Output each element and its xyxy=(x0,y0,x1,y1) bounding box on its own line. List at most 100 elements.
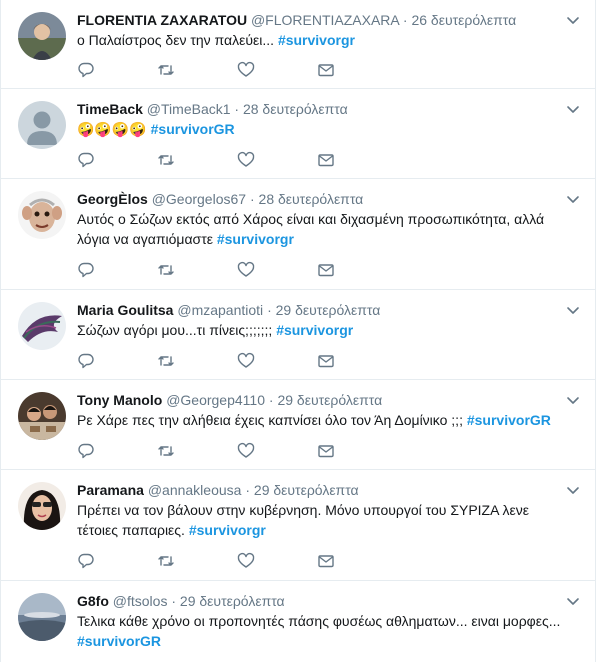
chevron-down-icon[interactable] xyxy=(565,12,581,28)
separator-dot: · xyxy=(249,191,255,207)
tweet[interactable]: Tony Manolo @Georgep4110 · 29 δευτερόλεπ… xyxy=(1,380,595,470)
chevron-down-icon[interactable] xyxy=(565,101,581,117)
user-name[interactable]: Tony Manolo xyxy=(77,392,162,408)
user-name[interactable]: TimeBack xyxy=(77,101,143,117)
tweet-body: Πρέπει να τον βάλουν στην κυβέρνηση. Μόν… xyxy=(77,502,530,538)
separator-dot: · xyxy=(171,593,177,609)
tweet-body: Αυτός ο Σώζων εκτός από Χάρος είναι και … xyxy=(77,211,545,247)
retweet-icon[interactable] xyxy=(157,442,177,462)
tweet[interactable]: TimeBack @TimeBack1 · 28 δευτερόλεπτα 🤪🤪… xyxy=(1,89,595,179)
avatar[interactable] xyxy=(18,302,66,350)
user-handle[interactable]: @Georgep4110 xyxy=(166,392,265,408)
user-handle[interactable]: @ftsolos xyxy=(113,593,168,609)
reply-icon[interactable] xyxy=(77,151,97,171)
avatar[interactable] xyxy=(18,12,66,60)
heart-icon[interactable] xyxy=(237,261,257,281)
avatar[interactable] xyxy=(18,101,66,149)
tweet-text: 🤪🤪🤪🤪 #survivorGR xyxy=(77,119,571,139)
tweet-body: Τελικα κάθε χρόνο οι προπονητές πάσης φυ… xyxy=(77,613,561,629)
tweet-timeline: FLORENTIA ZAXARATOU @FLORENTIAZAXARA · 2… xyxy=(0,0,596,662)
envelope-icon[interactable] xyxy=(317,151,337,171)
user-name[interactable]: Paramana xyxy=(77,482,144,498)
hashtag-link[interactable]: #survivorGR xyxy=(467,412,551,428)
tweet-header: Maria Goulitsa @mzapantioti · 29 δευτερό… xyxy=(77,301,555,319)
tweet-text: ο Παλαίστρος δεν την παλεύει... #survivo… xyxy=(77,30,571,50)
user-name[interactable]: FLORENTIA ZAXARATOU xyxy=(77,12,247,28)
heart-icon[interactable] xyxy=(237,61,257,81)
tweet-body: Σώζων αγόρι μου...τι πίνεις;;;;;;; xyxy=(77,322,273,338)
hashtag-link[interactable]: #survivorGR xyxy=(77,633,161,649)
user-name[interactable]: GeorgÈlos xyxy=(77,191,148,207)
retweet-icon[interactable] xyxy=(157,61,177,81)
chevron-down-icon[interactable] xyxy=(565,302,581,318)
timestamp[interactable]: 29 δευτερόλεπτα xyxy=(254,482,359,498)
user-handle[interactable]: @TimeBack1 xyxy=(147,101,231,117)
user-handle[interactable]: @FLORENTIAZAXARA xyxy=(251,12,399,28)
reply-icon[interactable] xyxy=(77,352,97,372)
separator-dot: · xyxy=(402,12,408,28)
reply-icon[interactable] xyxy=(77,442,97,462)
envelope-icon[interactable] xyxy=(317,261,337,281)
tweet[interactable]: FLORENTIA ZAXARATOU @FLORENTIAZAXARA · 2… xyxy=(1,0,595,89)
reply-icon[interactable] xyxy=(77,61,97,81)
tweet[interactable]: G8fo @ftsolos · 29 δευτερόλεπτα Τελικα κ… xyxy=(1,581,595,662)
heart-icon[interactable] xyxy=(237,442,257,462)
hashtag-link[interactable]: #survivorgr xyxy=(217,231,294,247)
hashtag-link[interactable]: #survivorgr xyxy=(278,32,355,48)
tweet-text: Πρέπει να τον βάλουν στην κυβέρνηση. Μόν… xyxy=(77,500,571,540)
reply-icon[interactable] xyxy=(77,261,97,281)
timestamp[interactable]: 26 δευτερόλεπτα xyxy=(411,12,516,28)
separator-dot: · xyxy=(267,302,272,318)
avatar[interactable] xyxy=(18,593,66,641)
chevron-down-icon[interactable] xyxy=(565,191,581,207)
envelope-icon[interactable] xyxy=(317,61,337,81)
separator-dot: · xyxy=(234,101,240,117)
heart-icon[interactable] xyxy=(237,352,257,372)
tweet-body: Ρε Χάρε πες την αλήθεια έχεις καπνίσει ό… xyxy=(77,412,463,428)
chevron-down-icon[interactable] xyxy=(565,593,581,609)
tweet[interactable]: Maria Goulitsa @mzapantioti · 29 δευτερό… xyxy=(1,290,595,380)
chevron-down-icon[interactable] xyxy=(565,392,581,408)
tweet-header: FLORENTIA ZAXARATOU @FLORENTIAZAXARA · 2… xyxy=(77,11,555,29)
retweet-icon[interactable] xyxy=(157,352,177,372)
hashtag-link[interactable]: #survivorgr xyxy=(189,522,266,538)
chevron-down-icon[interactable] xyxy=(565,482,581,498)
tweet-header: Tony Manolo @Georgep4110 · 29 δευτερόλεπ… xyxy=(77,391,555,409)
tweet-header: GeorgÈlos @Georgelos67 · 28 δευτερόλεπτα xyxy=(77,190,555,208)
tweet[interactable]: GeorgÈlos @Georgelos67 · 28 δευτερόλεπτα… xyxy=(1,179,595,290)
hashtag-link[interactable]: #survivorgr xyxy=(276,322,353,338)
heart-icon[interactable] xyxy=(237,552,257,572)
tweet-header: Paramana @annakleousa · 29 δευτερόλεπτα xyxy=(77,481,555,499)
timestamp[interactable]: 28 δευτερόλεπτα xyxy=(259,191,364,207)
retweet-icon[interactable] xyxy=(157,261,177,281)
hashtag-link[interactable]: #survivorGR xyxy=(151,121,235,137)
envelope-icon[interactable] xyxy=(317,552,337,572)
tweet-body: ο Παλαίστρος δεν την παλεύει... xyxy=(77,32,275,48)
user-handle[interactable]: @mzapantioti xyxy=(177,302,263,318)
timestamp[interactable]: 29 δευτερόλεπτα xyxy=(180,593,285,609)
timestamp[interactable]: 29 δευτερόλεπτα xyxy=(277,392,382,408)
separator-dot: · xyxy=(245,482,251,498)
envelope-icon[interactable] xyxy=(317,442,337,462)
user-name[interactable]: Maria Goulitsa xyxy=(77,302,173,318)
timestamp[interactable]: 29 δευτερόλεπτα xyxy=(276,302,381,318)
avatar[interactable] xyxy=(18,392,66,440)
timestamp[interactable]: 28 δευτερόλεπτα xyxy=(243,101,348,117)
tweet-header: G8fo @ftsolos · 29 δευτερόλεπτα xyxy=(77,592,555,610)
avatar[interactable] xyxy=(18,482,66,530)
user-name[interactable]: G8fo xyxy=(77,593,109,609)
envelope-icon[interactable] xyxy=(317,352,337,372)
separator-dot: · xyxy=(268,392,274,408)
tweet-text: Ρε Χάρε πες την αλήθεια έχεις καπνίσει ό… xyxy=(77,410,571,430)
tweet-header: TimeBack @TimeBack1 · 28 δευτερόλεπτα xyxy=(77,100,555,118)
retweet-icon[interactable] xyxy=(157,151,177,171)
tweet-text: Αυτός ο Σώζων εκτός από Χάρος είναι και … xyxy=(77,209,571,249)
user-handle[interactable]: @Georgelos67 xyxy=(152,191,246,207)
tweet[interactable]: Paramana @annakleousa · 29 δευτερόλεπτα … xyxy=(1,470,595,581)
tweet-body: 🤪🤪🤪🤪 xyxy=(77,121,147,137)
reply-icon[interactable] xyxy=(77,552,97,572)
retweet-icon[interactable] xyxy=(157,552,177,572)
avatar[interactable] xyxy=(18,191,66,239)
user-handle[interactable]: @annakleousa xyxy=(148,482,242,498)
heart-icon[interactable] xyxy=(237,151,257,171)
